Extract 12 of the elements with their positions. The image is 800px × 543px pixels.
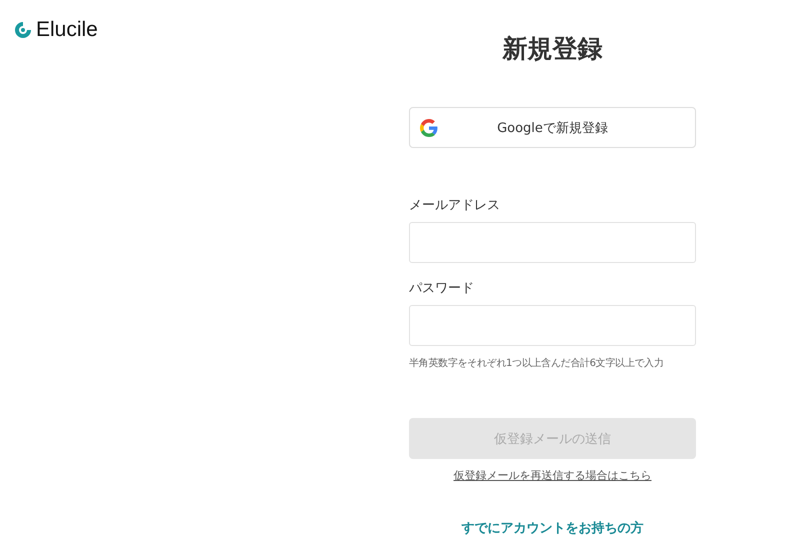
resend-link[interactable]: 仮登録メールを再送信する場合はこちら [454,468,652,483]
input-field[interactable] [409,222,696,263]
page-title: 新規登録 [501,33,604,65]
logo-text: Elucile [36,18,98,42]
hint-text: 半角英数字をそれぞれ1つ以上含んだ合計6文字以上で入力 [409,356,665,370]
input-field[interactable] [409,305,696,346]
google-signup-button[interactable]: Googleで新規登録 [409,107,696,148]
field-label: パスワード [409,280,474,297]
google-icon [420,119,438,137]
login-link[interactable]: すでにアカウントをお持ちの方 [462,519,644,537]
logo-icon [13,20,33,40]
field-label: メールアドレス [409,197,500,214]
